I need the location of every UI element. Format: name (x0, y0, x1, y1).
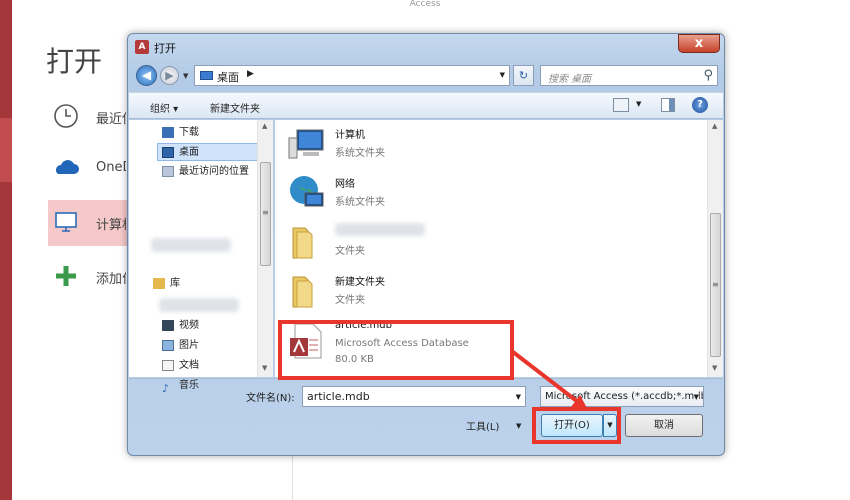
annotation-arrow-icon (511, 350, 588, 410)
